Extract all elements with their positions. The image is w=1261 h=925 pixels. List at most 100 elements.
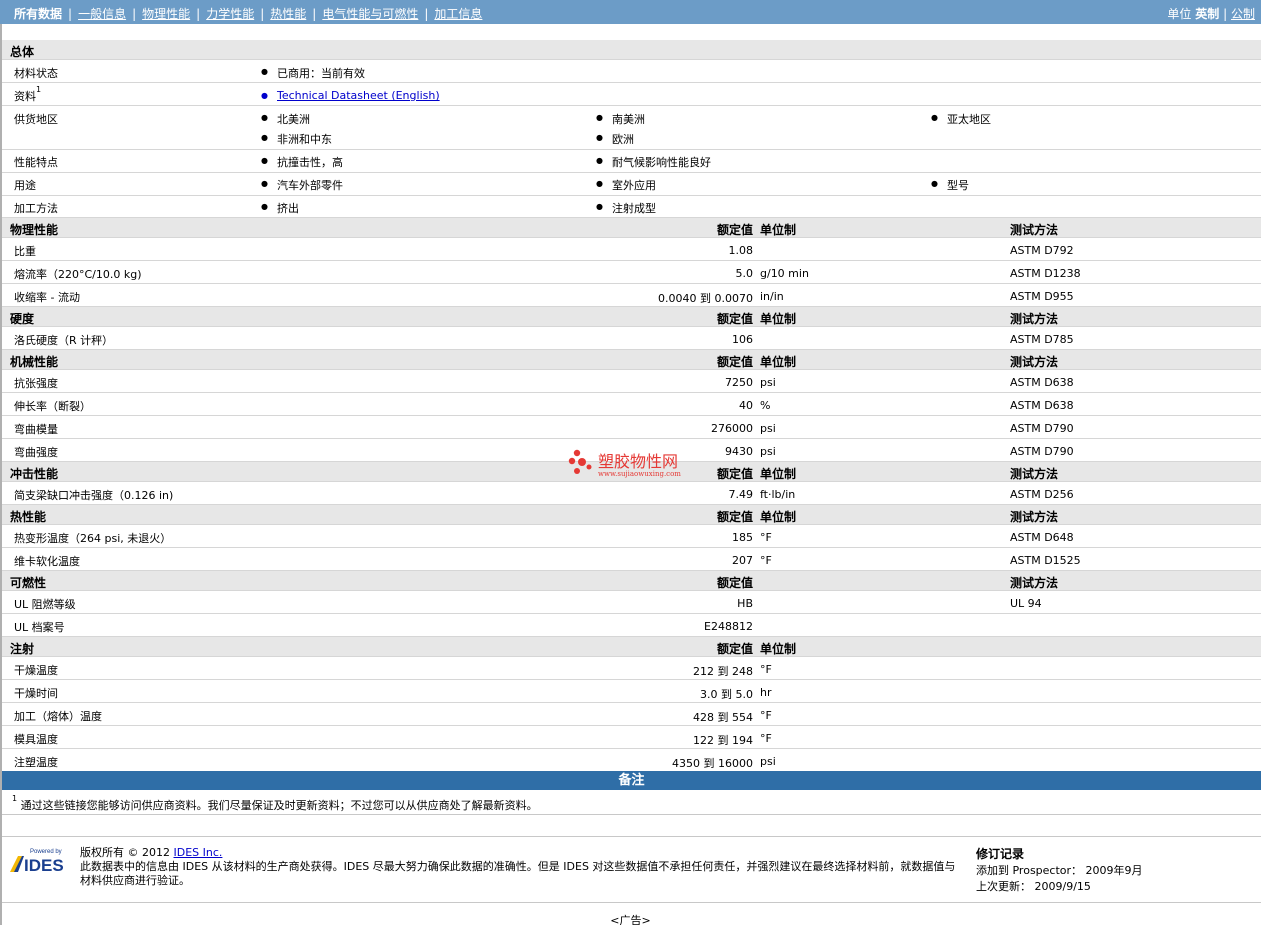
nav-physical[interactable]: 物理性能 — [142, 7, 190, 21]
powered-by-text: Powered by — [30, 849, 62, 855]
nav-mechanical[interactable]: 力学性能 — [206, 7, 254, 21]
nav-all-data[interactable]: 所有数据 — [14, 7, 62, 21]
nav-electrical[interactable]: 电气性能与可燃性 — [322, 7, 418, 21]
region-item: 南美洲 — [596, 111, 645, 127]
table-row: 弯曲模量 276000 psi ASTM D790 — [2, 416, 1261, 439]
divider — [2, 836, 1261, 837]
table-row: 热变形温度（264 psi, 未退火） 185 °F ASTM D648 — [2, 525, 1261, 548]
test-method: ASTM D792 — [1010, 244, 1074, 257]
unit-metric-link[interactable]: 公制 — [1231, 7, 1255, 21]
property-value: 185 — [732, 531, 753, 544]
table-row: 收缩率 - 流动 0.0040 到 0.0070 in/in ASTM D955 — [2, 284, 1261, 307]
unit-english[interactable]: 英制 — [1195, 7, 1219, 21]
table-row: 洛氏硬度（R 计秤） 106 ASTM D785 — [2, 327, 1261, 350]
property-value: 212 到 248 — [693, 665, 753, 678]
row-regions: 供货地区 北美洲 南美洲 亚太地区 非洲和中东 欧洲 — [2, 106, 1261, 150]
test-method: UL 94 — [1010, 597, 1042, 610]
property-name: 收缩率 - 流动 — [14, 291, 80, 304]
nav-processing[interactable]: 加工信息 — [434, 7, 482, 21]
section-title: 热性能 — [10, 510, 47, 524]
col-header-test: 测试方法 — [1010, 576, 1059, 590]
test-method: ASTM D790 — [1010, 445, 1074, 458]
use-item: 型号 — [931, 177, 969, 193]
table-row: 抗张强度 7250 psi ASTM D638 — [2, 370, 1261, 393]
property-unit: g/10 min — [760, 267, 809, 280]
property-value: 5.0 — [735, 267, 754, 280]
property-value: 122 到 194 — [693, 734, 753, 747]
test-method: ASTM D256 — [1010, 488, 1074, 501]
property-unit: °F — [760, 531, 772, 544]
updated-date: 上次更新： 2009/9/15 — [976, 880, 1091, 893]
col-header-test: 测试方法 — [1010, 312, 1059, 326]
property-unit: ft·lb/in — [760, 488, 796, 501]
table-row: 注塑温度 4350 到 16000 psi — [2, 749, 1261, 771]
region-item: 非洲和中东 — [261, 131, 332, 147]
revision-title: 修订记录 — [976, 847, 1025, 861]
col-header-unit: 单位制 — [760, 312, 797, 326]
top-nav-bar: 所有数据 | 一般信息 | 物理性能 | 力学性能 | 热性能 | 电气性能与可燃性 | 加工信息 单位… — [0, 0, 1261, 24]
section-injection: 注射 额定值 单位制 — [2, 637, 1261, 657]
property-value: 40 — [739, 399, 753, 412]
ides-link[interactable]: IDES Inc. — [174, 846, 223, 859]
property-unit: hr — [760, 686, 772, 699]
property-unit: psi — [760, 755, 776, 768]
row-label: 供货地区 — [14, 113, 58, 126]
col-header-unit: 单位制 — [760, 510, 797, 524]
property-name: 比重 — [14, 245, 36, 258]
property-name: 伸长率（断裂） — [14, 400, 91, 413]
table-row: 干燥温度 212 到 248 °F — [2, 657, 1261, 680]
property-value: 1.08 — [728, 244, 754, 257]
property-unit: °F — [760, 732, 772, 745]
test-method: ASTM D638 — [1010, 376, 1074, 389]
col-header-unit: 单位制 — [760, 223, 797, 237]
section-thermal: 热性能 额定值 单位制 测试方法 — [2, 505, 1261, 525]
property-unit: °F — [760, 663, 772, 676]
section-title: 注射 — [10, 642, 35, 656]
test-method: ASTM D790 — [1010, 422, 1074, 435]
property-name: 加工（熔体）温度 — [14, 710, 102, 723]
section-title: 冲击性能 — [10, 467, 59, 481]
property-unit: °F — [760, 709, 772, 722]
table-row: 维卡软化温度 207 °F ASTM D1525 — [2, 548, 1261, 571]
row-label: 资料1 — [14, 85, 42, 103]
property-name: 模具温度 — [14, 733, 58, 746]
datasheet-link[interactable]: Technical Datasheet (English) — [261, 89, 440, 102]
property-value: 276000 — [711, 422, 753, 435]
section-flammability: 可燃性 额定值 测试方法 — [2, 571, 1261, 591]
property-name: 注塑温度 — [14, 756, 58, 769]
property-value: 0.0040 到 0.0070 — [658, 292, 753, 305]
nav-general-info[interactable]: 一般信息 — [78, 7, 126, 21]
logo-wordmark: IDES — [24, 856, 64, 874]
table-row: UL 档案号 E248812 — [2, 614, 1261, 637]
property-name: UL 阻燃等级 — [14, 598, 76, 611]
table-row: 模具温度 122 到 194 °F — [2, 726, 1261, 749]
revision-history: 修订记录 添加到 Prospector： 2009年9月 上次更新： 2009/… — [976, 846, 1143, 895]
property-name: 弯曲模量 — [14, 423, 58, 436]
col-header-unit: 单位制 — [760, 642, 797, 656]
col-header-rated: 额定值 — [716, 223, 753, 237]
section-hardness: 硬度 额定值 单位制 测试方法 — [2, 307, 1261, 327]
notes-header: 备注 — [2, 771, 1261, 790]
row-processing-methods: 加工方法 挤出 注射成型 — [2, 196, 1261, 218]
property-value: 428 到 554 — [693, 711, 753, 724]
added-date: 添加到 Prospector： 2009年9月 — [976, 864, 1143, 877]
property-value: HB — [737, 597, 753, 610]
col-header-unit: 单位制 — [760, 467, 797, 481]
nav-thermal[interactable]: 热性能 — [270, 7, 306, 21]
table-row: 伸长率（断裂） 40 % ASTM D638 — [2, 393, 1261, 416]
ad-label: <广告> — [610, 914, 651, 925]
row-label: 加工方法 — [14, 202, 58, 215]
property-unit: °F — [760, 554, 772, 567]
col-header-test: 测试方法 — [1010, 223, 1059, 237]
ides-logo[interactable]: Powered by IDES — [8, 846, 72, 875]
test-method: ASTM D648 — [1010, 531, 1074, 544]
property-name: 洛氏硬度（R 计秤） — [14, 334, 114, 347]
property-name: 维卡软化温度 — [14, 555, 80, 568]
section-physical: 物理性能 额定值 单位制 测试方法 — [2, 218, 1261, 238]
col-header-rated: 额定值 — [716, 312, 753, 326]
process-item: 挤出 — [261, 200, 299, 216]
watermark-logo: 塑胶物性网 www.sujiaowuxing.com — [568, 448, 681, 479]
property-name: 弯曲强度 — [14, 446, 58, 459]
property-name: 热变形温度（264 psi, 未退火） — [14, 532, 172, 545]
section-mechanical: 机械性能 额定值 单位制 测试方法 — [2, 350, 1261, 370]
